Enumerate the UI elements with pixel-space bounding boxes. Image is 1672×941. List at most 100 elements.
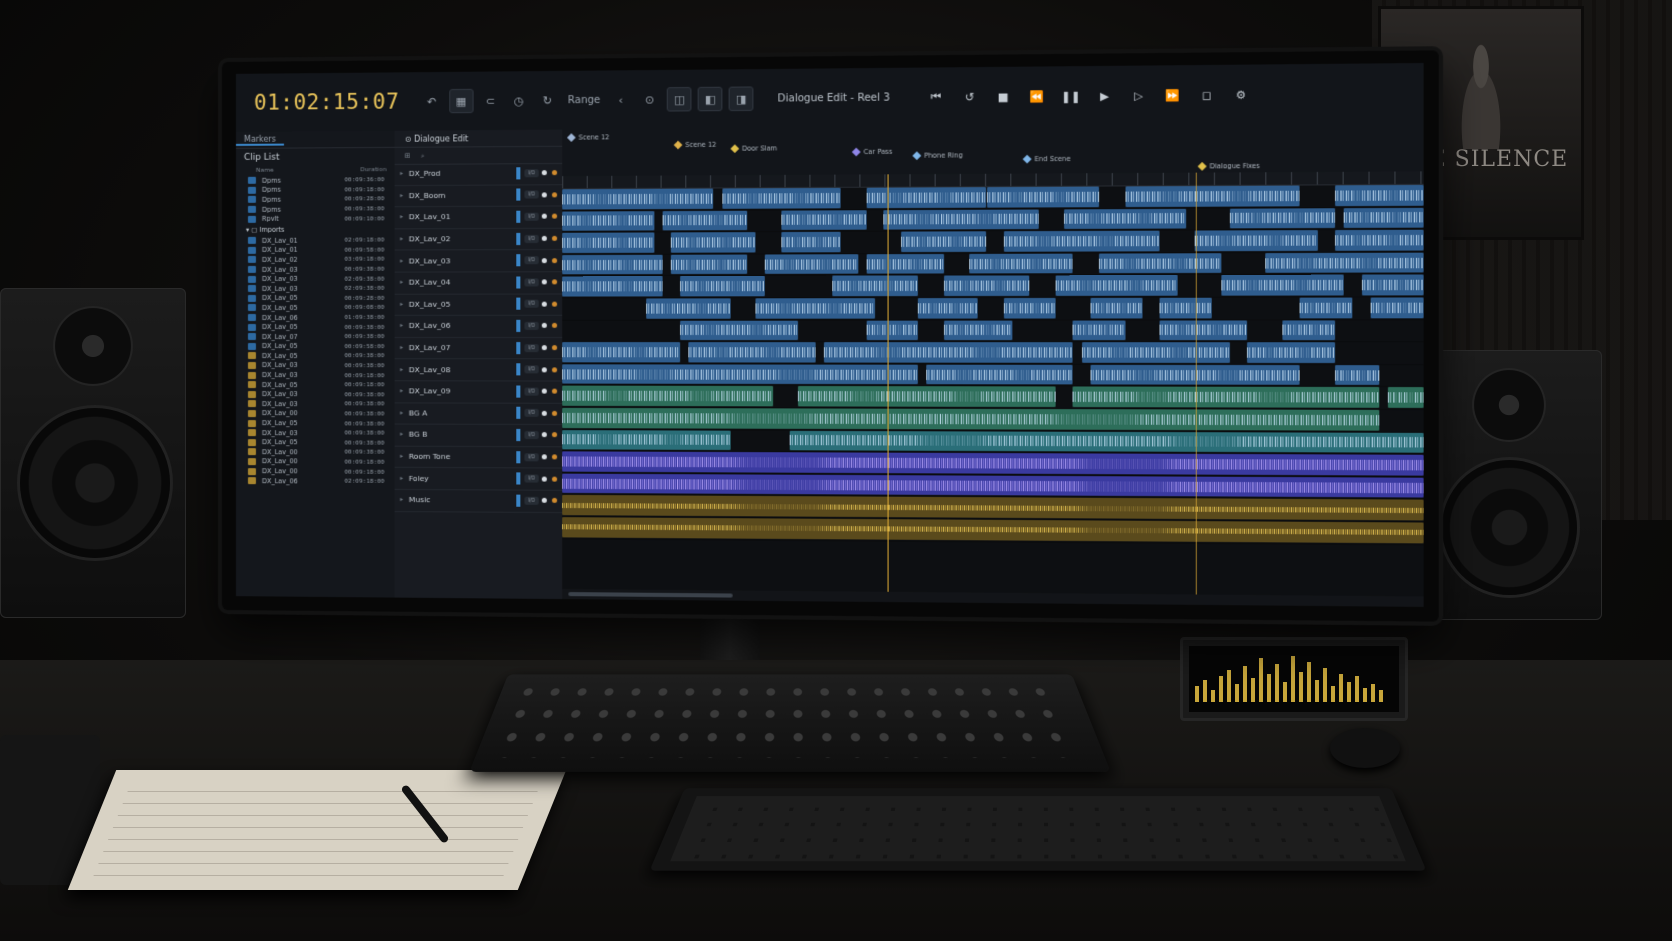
track-io-button[interactable]: I/O <box>524 299 539 309</box>
track-io-button[interactable]: I/O <box>524 365 539 374</box>
solo-button[interactable] <box>551 235 558 242</box>
track-arm-icon[interactable]: ▸ <box>395 301 409 308</box>
mute-button[interactable] <box>541 301 547 307</box>
track-fader[interactable] <box>516 167 521 180</box>
audio-clip[interactable] <box>866 187 987 208</box>
audio-clip[interactable] <box>1388 387 1424 408</box>
audio-clip[interactable] <box>1098 252 1221 274</box>
track-arm-icon[interactable]: ▸ <box>395 235 409 242</box>
mute-button[interactable] <box>541 476 547 482</box>
clip-list-item[interactable]: Rpvlt 00:09:10:00 <box>236 214 395 224</box>
track-fader[interactable] <box>516 341 521 354</box>
audio-clip[interactable] <box>562 210 655 231</box>
track-name[interactable]: DX_Lav_09 <box>409 387 517 396</box>
track-fader[interactable] <box>516 407 521 420</box>
mute-button[interactable] <box>541 214 547 220</box>
solo-button[interactable] <box>551 170 558 176</box>
track-fader[interactable] <box>516 254 521 267</box>
track-fader[interactable] <box>516 385 521 398</box>
mixing-console[interactable] <box>469 674 1111 772</box>
audio-clip[interactable] <box>1072 320 1126 341</box>
loop-icon[interactable]: ↻ <box>536 89 558 111</box>
mute-button[interactable] <box>541 170 547 176</box>
slip-icon[interactable]: ◧ <box>697 86 723 112</box>
track-fader[interactable] <box>516 319 521 332</box>
timeline[interactable]: Scene 12 Scene 12 Door Slam Car Pass Phone R… <box>562 123 1424 607</box>
audio-clip[interactable] <box>1370 297 1424 318</box>
col-duration[interactable]: Duration <box>360 166 386 173</box>
col-name[interactable]: Name <box>256 167 274 174</box>
record-loop-icon[interactable]: ◻ <box>1195 83 1218 106</box>
track-header[interactable]: ▸ DX_Lav_01 I/O <box>394 205 563 230</box>
clip-list-item[interactable]: DX_Lav_03 00:09:38:00 <box>236 361 395 371</box>
audio-clip[interactable] <box>781 231 841 253</box>
clip-list-item[interactable]: DX_Lav_05 00:09:38:00 <box>236 351 395 361</box>
mute-button[interactable] <box>541 279 547 285</box>
timeline-marker[interactable]: Scene 12 <box>567 133 609 142</box>
audio-clip[interactable] <box>671 232 756 253</box>
settings-icon[interactable]: ⚙ <box>1229 83 1253 106</box>
track-arm-icon[interactable]: ▸ <box>395 322 409 329</box>
timeline-marker[interactable]: Scene 12 <box>673 141 716 150</box>
audio-clip[interactable] <box>562 364 918 385</box>
clip-list-item[interactable]: DX_Lav_03 00:09:38:00 <box>236 428 395 438</box>
track-io-button[interactable]: I/O <box>524 234 539 243</box>
folder-row[interactable]: ▾ ▢ Imports <box>236 223 395 236</box>
mute-button[interactable] <box>541 388 547 394</box>
track-lane[interactable] <box>562 341 1424 365</box>
audio-clip[interactable] <box>1220 275 1344 296</box>
track-io-button[interactable]: I/O <box>524 168 539 178</box>
rewind-icon[interactable]: ↺ <box>958 86 981 109</box>
mute-button[interactable] <box>541 410 547 416</box>
mute-button[interactable] <box>541 432 547 438</box>
audio-clip[interactable] <box>662 210 748 231</box>
track-arm-icon[interactable]: ▸ <box>395 409 409 416</box>
audio-clip[interactable] <box>1081 342 1230 363</box>
link-icon[interactable]: ⊂ <box>479 90 501 112</box>
fast-forward-icon[interactable]: ⏩ <box>1161 84 1184 107</box>
track-name[interactable]: BG A <box>409 408 517 417</box>
track-header[interactable]: ▸ DX_Lav_06 I/O <box>394 314 563 338</box>
track-lane[interactable] <box>562 251 1424 277</box>
timecode-display[interactable]: 01:02:15:07 <box>236 89 417 115</box>
audio-clip[interactable] <box>798 386 1056 407</box>
audio-clip[interactable] <box>1064 208 1187 230</box>
undo-icon[interactable]: ↶ <box>420 90 442 112</box>
audio-clip[interactable] <box>679 276 765 297</box>
timeline-marker[interactable]: Car Pass <box>851 147 892 157</box>
track-fader[interactable] <box>516 210 521 223</box>
track-header[interactable]: ▸ DX_Lav_02 I/O <box>394 227 563 251</box>
track-header[interactable]: ▸ DX_Lav_07 I/O <box>394 336 563 360</box>
track-header[interactable]: ▸ DX_Lav_04 I/O <box>394 271 563 295</box>
track-header[interactable]: ▸ DX_Lav_08 I/O <box>394 358 563 382</box>
audio-clip[interactable] <box>722 187 841 209</box>
snap-icon[interactable]: ◫ <box>667 86 692 112</box>
audio-clip[interactable] <box>781 209 867 231</box>
audio-clip[interactable] <box>562 385 773 407</box>
clip-list-item[interactable]: DX_Lav_07 00:09:38:00 <box>236 332 395 342</box>
solo-button[interactable] <box>551 257 558 263</box>
audio-clip[interactable] <box>1125 185 1300 207</box>
track-io-button[interactable]: I/O <box>524 387 539 396</box>
audio-clip[interactable] <box>562 429 731 451</box>
clip-list-item[interactable]: DX_Lav_06 01:09:38:00 <box>236 313 395 323</box>
track-header[interactable]: ▸ BG B I/O <box>394 423 563 448</box>
track-search-icon[interactable]: ⌕ <box>421 151 425 160</box>
solo-button[interactable] <box>551 498 558 504</box>
keyboard[interactable] <box>649 788 1427 871</box>
audio-clip[interactable] <box>1264 252 1424 274</box>
track-arm-icon[interactable]: ▸ <box>395 431 409 438</box>
mute-button[interactable] <box>541 345 547 351</box>
audio-clip[interactable] <box>1159 297 1213 319</box>
clip-list-item[interactable]: DX_Lav_03 02:09:38:00 <box>236 274 395 284</box>
zoom-icon[interactable]: ⊙ <box>638 88 661 111</box>
solo-button[interactable] <box>551 214 558 220</box>
track-name[interactable]: DX_Lav_06 <box>409 321 517 330</box>
clip-list-item[interactable]: DX_Lav_05 00:09:38:00 <box>236 437 395 447</box>
audio-clip[interactable] <box>969 253 1073 274</box>
track-io-button[interactable]: I/O <box>524 343 539 352</box>
audio-clip[interactable] <box>900 231 987 252</box>
solo-button[interactable] <box>551 301 558 307</box>
track-name[interactable]: DX_Lav_05 <box>409 300 517 309</box>
solo-button[interactable] <box>551 476 558 482</box>
